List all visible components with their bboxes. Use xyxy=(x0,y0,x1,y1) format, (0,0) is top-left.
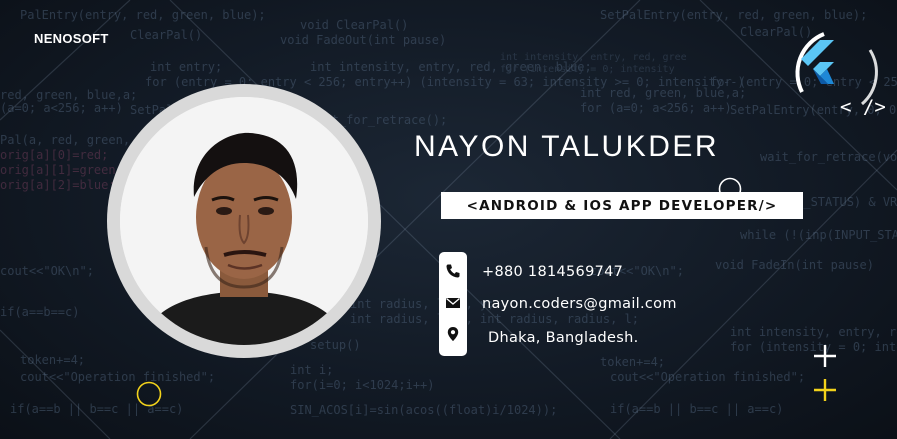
contact-location: Dhaka, Bangladesh. xyxy=(488,330,639,346)
profile-banner: PalEntry(entry, red, green, blue); void … xyxy=(0,0,897,439)
phone-icon xyxy=(446,264,460,278)
profile-role-badge: <ANDROID & IOS APP DEVELOPER/> xyxy=(441,192,803,219)
location-pin-icon xyxy=(447,327,459,341)
profile-photo xyxy=(120,97,368,345)
contact-email[interactable]: nayon.coders@gmail.com xyxy=(482,296,677,312)
accent-ring-yellow xyxy=(136,381,162,407)
contact-phone[interactable]: +880 1814569747 xyxy=(482,264,623,280)
email-icon xyxy=(446,298,460,308)
brand-name: NENOSOFT xyxy=(34,31,109,46)
plus-icon xyxy=(814,345,836,367)
code-tag-text: < /> xyxy=(840,96,886,118)
plus-icon xyxy=(814,379,836,401)
contact-icon-bar xyxy=(439,252,467,356)
profile-name: NAYON TALUKDER xyxy=(414,130,720,163)
